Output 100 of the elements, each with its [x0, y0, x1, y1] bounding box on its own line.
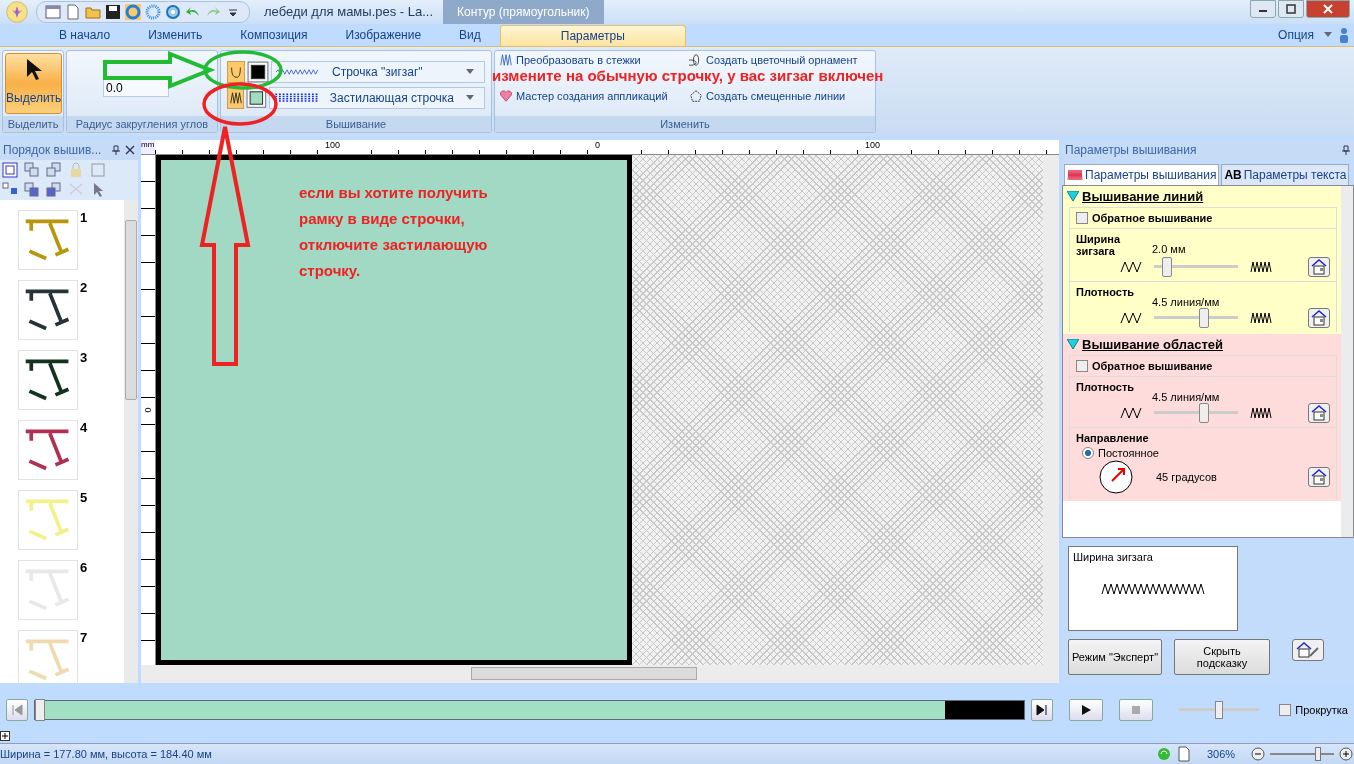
panel-tab[interactable]: Параметры вышивания: [1064, 163, 1220, 185]
close-icon[interactable]: [125, 145, 135, 155]
ribbon-tab[interactable]: Параметры: [499, 25, 686, 46]
ribbon-tab[interactable]: Изменить: [129, 25, 222, 46]
section-header[interactable]: Вышивание областей: [1063, 333, 1341, 355]
radio-button[interactable]: Постоянное: [1076, 443, 1330, 459]
sparse-zigzag-icon: [1120, 259, 1142, 274]
applique-command[interactable]: Мастер создания аппликаций: [499, 89, 689, 103]
dense-zigzag-icon: [1250, 310, 1272, 325]
user-icon[interactable]: [1338, 27, 1350, 43]
sparse-zigzag-icon: [1120, 310, 1142, 325]
skip-end-button[interactable]: [1031, 699, 1054, 721]
refresh-icon[interactable]: [1156, 746, 1172, 762]
house-wrench-icon: [1296, 642, 1320, 658]
scroll-checkbox[interactable]: Прокрутка: [1279, 704, 1348, 716]
panel-title: Параметры вышивания: [1065, 142, 1197, 157]
dense-zigzag-icon: [1250, 405, 1272, 420]
pin-icon[interactable]: [111, 145, 121, 155]
setting-label: Плотность: [1076, 285, 1136, 298]
speed-slider-thumb[interactable]: [1215, 701, 1224, 719]
slider-thumb[interactable]: [1161, 256, 1172, 277]
satin-stitch-icon: [273, 92, 318, 104]
object-number: 5: [80, 490, 88, 505]
setting-label: Плотность: [1076, 380, 1136, 393]
house-icon: [1311, 258, 1327, 275]
group-label: Радиус закругления углов: [67, 116, 217, 132]
hint-title: Ширина зигзага: [1073, 550, 1154, 563]
stop-button[interactable]: [1119, 699, 1154, 721]
settings-button[interactable]: [1292, 639, 1324, 661]
horizontal-scrollbar[interactable]: [141, 665, 1059, 683]
line-stitch-toggle[interactable]: [227, 61, 245, 83]
expand-icon[interactable]: [0, 731, 10, 741]
setting-value: 4.5 линия/мм: [1152, 389, 1220, 403]
skip-end-icon: [1036, 704, 1049, 716]
hide-hint-button[interactable]: Скрыть подсказку: [1174, 639, 1270, 675]
offset-command[interactable]: Создать смещенные линии: [689, 89, 879, 103]
zoom-in-icon[interactable]: [1338, 746, 1354, 762]
close-button[interactable]: [1306, 0, 1350, 18]
line-color-swatch-icon[interactable]: [247, 61, 269, 83]
pin-icon[interactable]: [1341, 144, 1351, 155]
annotation-note: измените на обычную строчку, у вас зигзаг включен: [492, 67, 884, 84]
layers-icon[interactable]: [46, 182, 62, 198]
vertical-scrollbar[interactable]: [1341, 185, 1353, 537]
line-stitch-dropdown[interactable]: Строчка "зигзаг": [271, 61, 485, 83]
zoom-out-icon[interactable]: [1250, 746, 1266, 762]
status-text: Ширина = 177.80 мм, высота = 184.40 мм: [0, 748, 212, 760]
ribbon-tab[interactable]: Вид: [440, 25, 500, 46]
section-header[interactable]: Вышивание линий: [1063, 185, 1341, 207]
angle-value: 45 градусов: [1156, 470, 1217, 483]
calendar-icon[interactable]: [45, 4, 61, 20]
fill-stitch-icon: [228, 91, 243, 105]
flower-command[interactable]: Создать цветочный орнамент: [689, 53, 879, 67]
collapse-triangle-icon: [1067, 191, 1079, 202]
sunburst-icon[interactable]: [145, 4, 161, 20]
document-icon[interactable]: [1176, 746, 1192, 762]
save-icon[interactable]: [105, 4, 121, 20]
close-icon: [1323, 4, 1333, 14]
expert-mode-button[interactable]: Режим "Эксперт": [1068, 639, 1162, 675]
house-icon: [1311, 468, 1327, 485]
zigzag-icon: [1067, 168, 1083, 181]
ribbon-tab[interactable]: Изображение: [326, 25, 441, 46]
layers-icon[interactable]: [24, 182, 40, 198]
skip-start-button[interactable]: [6, 699, 28, 721]
object-number: 1: [80, 210, 88, 225]
progress-track[interactable]: [34, 700, 1026, 720]
ribbon-tab[interactable]: В начало: [40, 25, 130, 46]
sparse-zigzag-icon: [1120, 405, 1142, 420]
setting-label: Ширина зигзага: [1076, 232, 1122, 257]
select-button[interactable]: Выделить: [5, 53, 63, 114]
caret-icon[interactable]: [1324, 32, 1332, 38]
heart-icon: [499, 89, 513, 103]
slider-thumb[interactable]: [1199, 307, 1210, 328]
fill-color-swatch-icon[interactable]: [246, 87, 267, 109]
fit-icon[interactable]: [2, 162, 18, 178]
reset-default-button[interactable]: [1308, 466, 1330, 487]
minimize-button[interactable]: [1250, 0, 1276, 18]
reset-default-button[interactable]: [1308, 256, 1330, 277]
options-menu[interactable]: Опция: [1278, 28, 1314, 42]
reset-default-button[interactable]: [1308, 402, 1330, 423]
new-file-icon[interactable]: [65, 4, 81, 20]
direction-dial-icon[interactable]: [1098, 458, 1134, 495]
panel-tab[interactable]: AB Параметры текста: [1221, 163, 1350, 185]
maximize-button[interactable]: [1278, 0, 1304, 18]
maximize-icon: [1286, 4, 1296, 14]
fill-stitch-dropdown[interactable]: Застилающая строчка: [268, 87, 485, 109]
vertical-scrollbar[interactable]: [1043, 155, 1059, 665]
vertical-scrollbar[interactable]: [124, 200, 138, 683]
reset-default-button[interactable]: [1308, 307, 1330, 328]
app-logo-icon[interactable]: [6, 1, 28, 23]
line-stitch-icon: [229, 65, 243, 79]
ring-icon[interactable]: [165, 4, 181, 20]
slider-thumb[interactable]: [1199, 402, 1210, 423]
stitches-command[interactable]: Преобразовать в стежки: [499, 53, 689, 67]
ribbon-tab[interactable]: Композиция: [221, 25, 327, 46]
collapse-triangle-icon: [1067, 339, 1079, 350]
layers-icon[interactable]: [46, 162, 62, 178]
play-button[interactable]: [1069, 699, 1104, 721]
zoom-slider-thumb[interactable]: [1315, 747, 1321, 761]
layers-icon[interactable]: [24, 162, 40, 178]
stop-icon: [1130, 704, 1143, 716]
